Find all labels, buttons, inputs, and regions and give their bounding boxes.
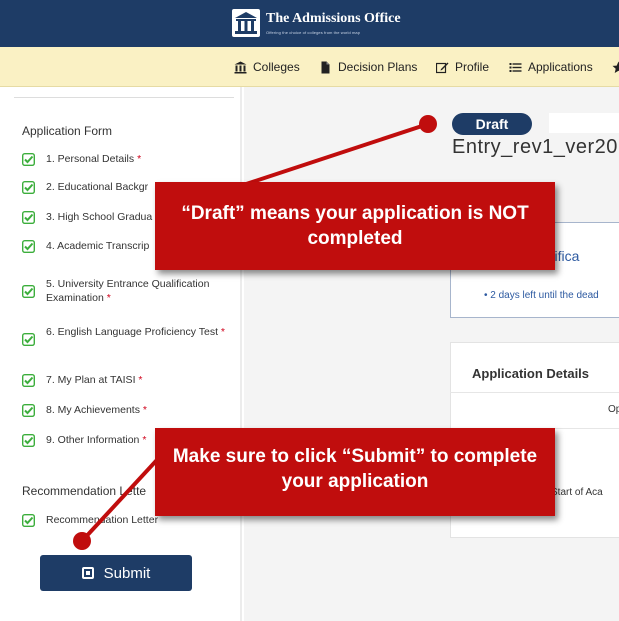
- submit-icon: [81, 567, 94, 579]
- submit-button-label: Submit: [103, 564, 151, 582]
- title-mask: [549, 113, 619, 133]
- submit-button[interactable]: Submit: [40, 555, 192, 591]
- document-icon: [321, 61, 330, 73]
- form-step-my-achievements[interactable]: 8. My Achievements *: [22, 403, 232, 417]
- check-icon: [22, 285, 35, 298]
- form-step-entrance-exam[interactable]: 5. University Entrance Qualification Exa…: [22, 277, 232, 305]
- edit-icon: [436, 62, 449, 73]
- nav-colleges[interactable]: Colleges: [234, 47, 300, 87]
- site-tagline: Offering the choice of colleges from the…: [266, 30, 361, 35]
- admissions-logo-icon[interactable]: [232, 9, 260, 37]
- application-details-title: Application Details: [472, 366, 590, 381]
- nav-profile-label: Profile: [455, 60, 490, 74]
- form-step-label: 2. Educational Backgr: [46, 181, 149, 193]
- check-icon: [22, 333, 35, 346]
- nav-colleges-label: Colleges: [253, 60, 300, 74]
- required-asterisk: *: [138, 374, 143, 386]
- check-icon: [22, 514, 35, 527]
- top-header: The Admissions Office Offering the choic…: [0, 0, 619, 47]
- required-asterisk: *: [142, 434, 147, 446]
- nav-applications-label: Applications: [528, 60, 593, 74]
- star-icon[interactable]: [612, 47, 619, 87]
- nav-profile[interactable]: Profile: [436, 47, 489, 87]
- form-step-label: 1. Personal Details: [46, 153, 135, 165]
- nav-applications[interactable]: Applications: [509, 47, 593, 87]
- status-badge: Draft: [452, 113, 532, 135]
- deadline-notice: • 2 days left until the dead: [484, 290, 599, 301]
- bank-icon: [234, 61, 247, 73]
- form-step-my-plan[interactable]: 7. My Plan at TAISI *: [22, 373, 232, 387]
- details-row-label: Op: [608, 404, 619, 415]
- application-form-heading: Application Form: [22, 124, 113, 138]
- form-step-english-proficiency[interactable]: 6. English Language Proficiency Test *: [22, 325, 232, 346]
- callout-submit-instruction: Make sure to click “Submit” to complete …: [155, 428, 555, 516]
- check-icon: [22, 181, 35, 194]
- nav-decision-plans-label: Decision Plans: [338, 60, 418, 74]
- details-row-label: Start of Aca: [551, 487, 603, 498]
- required-asterisk: *: [106, 292, 111, 304]
- form-step-label: 7. My Plan at TAISI: [46, 374, 136, 386]
- check-icon: [22, 153, 35, 166]
- form-step-label: 5. University Entrance Qualification Exa…: [46, 278, 210, 304]
- required-asterisk: *: [220, 326, 226, 338]
- sidebar-divider: [14, 97, 234, 98]
- form-step-personal-details[interactable]: 1. Personal Details *: [22, 152, 232, 166]
- application-sidebar: Application Form 1. Personal Details * 2…: [8, 87, 242, 621]
- form-step-label: 9. Other Information: [46, 434, 140, 446]
- nav-decision-plans[interactable]: Decision Plans: [319, 47, 417, 87]
- form-step-label: 3. High School Gradua: [46, 211, 153, 223]
- site-title[interactable]: The Admissions Office: [266, 11, 401, 27]
- recommendation-heading: Recommendation Lette: [22, 484, 147, 498]
- required-asterisk: *: [137, 153, 142, 165]
- list-icon: [509, 62, 522, 72]
- check-icon: [22, 404, 35, 417]
- application-title: Entry_rev1_ver20: [452, 136, 618, 158]
- required-asterisk: *: [142, 404, 147, 416]
- callout-draft-explanation: “Draft” means your application is NOT co…: [155, 182, 555, 270]
- check-icon: [22, 434, 35, 447]
- form-step-label: Recommendation Letter: [46, 514, 159, 526]
- form-step-label: 4. Academic Transcrip: [46, 240, 150, 252]
- main-nav: Colleges Decision Plans Profile Applicat…: [0, 47, 619, 87]
- check-icon: [22, 240, 35, 253]
- check-icon: [22, 374, 35, 387]
- form-step-label: 8. My Achievements: [46, 404, 140, 416]
- form-step-label: 6. English Language Proficiency Test: [46, 326, 218, 338]
- check-icon: [22, 211, 35, 224]
- details-divider: [450, 392, 619, 393]
